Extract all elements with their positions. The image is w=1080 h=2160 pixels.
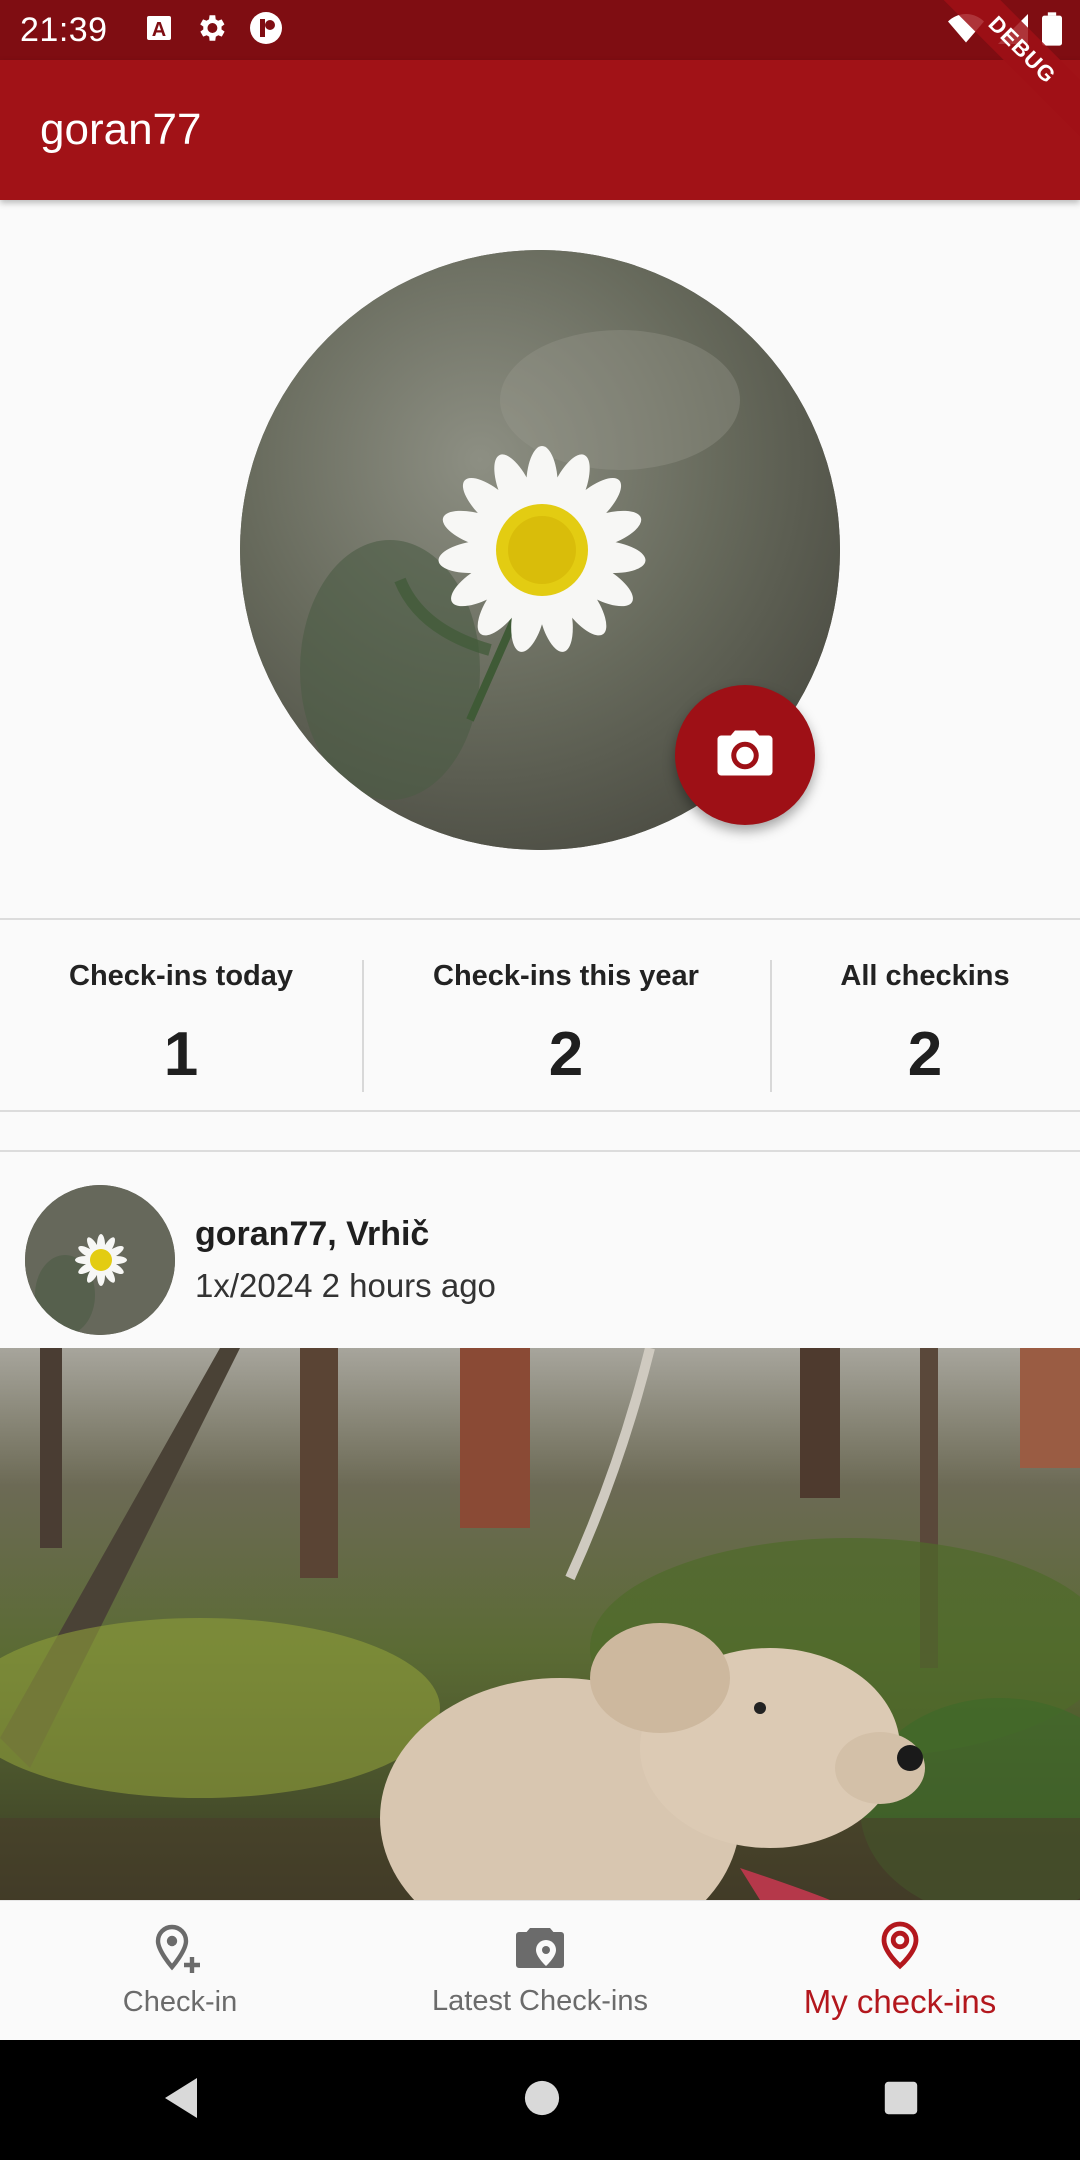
- back-icon[interactable]: [161, 2076, 201, 2125]
- system-navigation-bar: [0, 2040, 1080, 2160]
- nav-label: Check-in: [122, 1985, 238, 2018]
- recents-icon[interactable]: [883, 2080, 919, 2121]
- location-add-icon: [152, 1923, 208, 1980]
- camera-icon: [715, 727, 775, 784]
- app-badge-icon: [248, 10, 284, 51]
- font-a-icon: A: [144, 13, 174, 48]
- status-time: 21:39: [20, 10, 108, 49]
- stat-separator: [770, 960, 772, 1092]
- gear-icon: [194, 11, 228, 50]
- stat-label: Check-ins this year: [433, 960, 699, 992]
- page-title: goran77: [40, 105, 202, 154]
- stat-today: Check-ins today 1: [0, 920, 362, 1112]
- checkin-photo[interactable]: [0, 1348, 1080, 1900]
- stat-value: 2: [548, 1020, 584, 1089]
- stat-separator: [362, 960, 364, 1092]
- checkin-card-header[interactable]: goran77, Vrhič 1x/2024 2 hours ago: [0, 1155, 1080, 1348]
- checkin-title: goran77, Vrhič: [195, 1215, 430, 1253]
- stat-all: All checkins 2: [770, 920, 1080, 1112]
- stat-value: 2: [907, 1020, 943, 1089]
- status-bar: 21:39 A DEBUG: [0, 0, 1080, 149]
- checkin-subtitle: 1x/2024 2 hours ago: [195, 1267, 496, 1304]
- avatar: [25, 1185, 175, 1335]
- svg-text:A: A: [151, 19, 165, 41]
- bottom-navigation: Check-in Latest Check-ins My check-ins: [0, 1900, 1080, 2040]
- forest-dog-photo: [0, 1348, 1080, 1900]
- stat-label: Check-ins today: [69, 960, 293, 992]
- nav-label: Latest Check-ins: [432, 1984, 648, 2017]
- divider: [0, 1150, 1080, 1152]
- camera-location-icon: [512, 1924, 568, 1979]
- stat-value: 1: [163, 1020, 199, 1089]
- change-photo-button[interactable]: [675, 685, 815, 825]
- profile-avatar-section: [240, 250, 840, 850]
- daisy-thumbnail: [25, 1185, 175, 1335]
- nav-label: My check-ins: [803, 1983, 997, 2020]
- stat-this-year: Check-ins this year 2: [362, 920, 770, 1112]
- status-icons-left: A: [144, 10, 284, 51]
- home-icon[interactable]: [523, 2079, 561, 2122]
- nav-item-my-check-ins[interactable]: My check-ins: [720, 1901, 1080, 2040]
- location-pin-icon: [875, 1920, 925, 1977]
- stats-row: Check-ins today 1 Check-ins this year 2 …: [0, 920, 1080, 1112]
- stat-label: All checkins: [840, 960, 1010, 992]
- nav-item-check-in[interactable]: Check-in: [0, 1901, 360, 2040]
- app-bar: goran77: [0, 60, 1080, 200]
- nav-item-latest-check-ins[interactable]: Latest Check-ins: [360, 1901, 720, 2040]
- divider: [0, 1110, 1080, 1112]
